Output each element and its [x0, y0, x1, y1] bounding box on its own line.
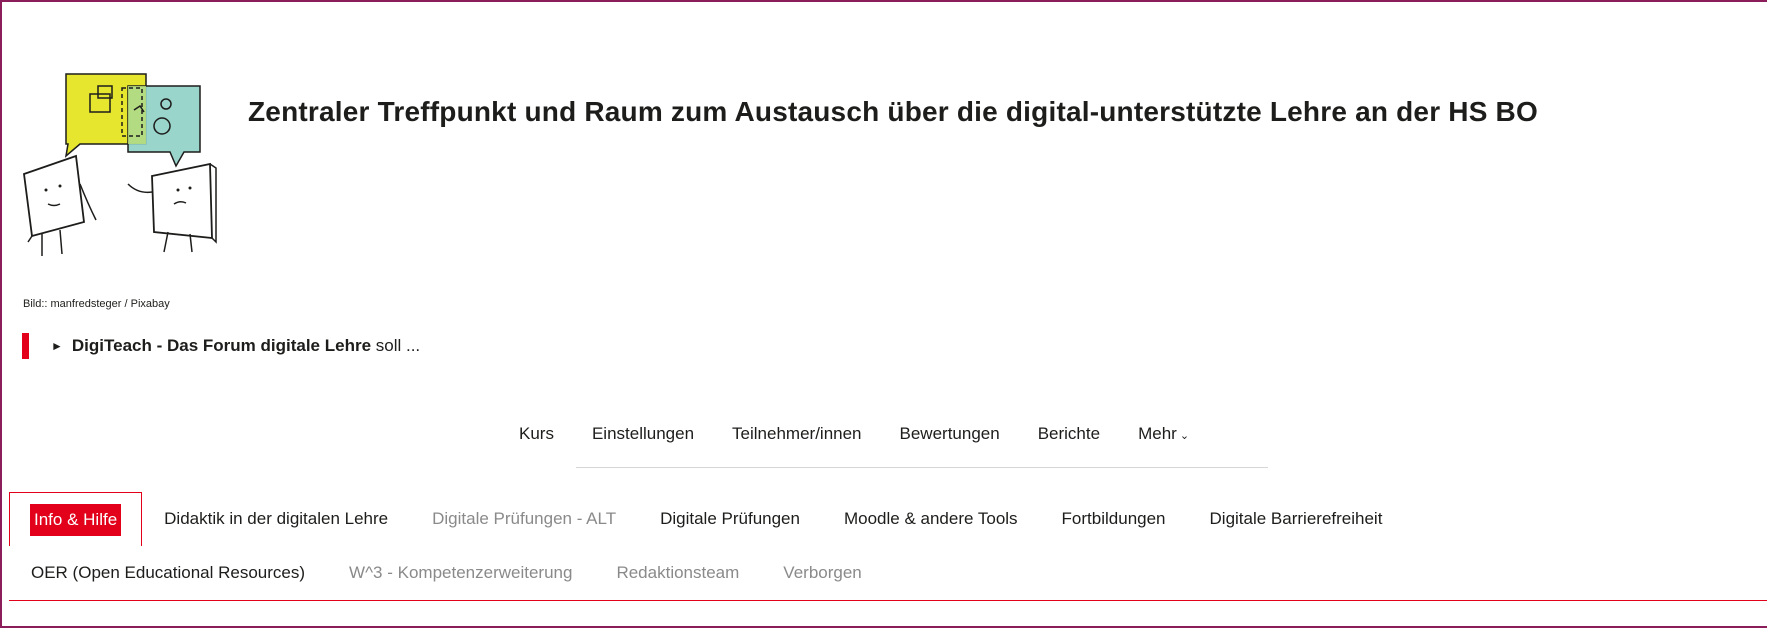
- nav-item-mehr[interactable]: Mehr ⌄: [1119, 414, 1208, 454]
- image-credit: Bild:: manfredsteger / Pixabay: [23, 298, 170, 310]
- tab-verborgen[interactable]: Verborgen: [761, 552, 883, 594]
- tab-info-hilfe[interactable]: Info & Hilfe: [9, 492, 143, 546]
- caret-right-icon[interactable]: ►: [51, 339, 63, 353]
- tabs-baseline: [9, 600, 1767, 601]
- tab-label: Info & Hilfe: [30, 503, 122, 536]
- tab-moodle-tools[interactable]: Moodle & andere Tools: [822, 492, 1040, 546]
- nav-divider: [576, 467, 1268, 468]
- chevron-down-icon: ⌄: [1179, 430, 1190, 442]
- tab-fortbildungen[interactable]: Fortbildungen: [1040, 492, 1188, 546]
- nav-item-mehr-label: Mehr: [1138, 424, 1177, 443]
- nav-item-bewertungen[interactable]: Bewertungen: [881, 414, 1019, 454]
- tab-didaktik[interactable]: Didaktik in der digitalen Lehre: [142, 492, 410, 546]
- course-headline: Zentraler Treffpunkt und Raum zum Austau…: [248, 96, 1538, 127]
- accent-bar: [22, 333, 29, 359]
- tab-kompetenzerweiterung[interactable]: W^3 - Kompetenzerweiterung: [327, 552, 594, 594]
- nav-item-kurs[interactable]: Kurs: [500, 414, 573, 454]
- section-tabs-row-1: Info & Hilfe Didaktik in der digitalen L…: [9, 492, 1404, 546]
- tab-barrierefreiheit[interactable]: Digitale Barrierefreiheit: [1188, 492, 1405, 546]
- tab-oer[interactable]: OER (Open Educational Resources): [9, 552, 327, 594]
- course-summary-toggle[interactable]: ► DigiTeach - Das Forum digitale Lehre s…: [22, 333, 420, 359]
- tab-redaktionsteam[interactable]: Redaktionsteam: [594, 552, 761, 594]
- summary-title: DigiTeach - Das Forum digitale Lehre: [71, 336, 372, 355]
- nav-item-berichte[interactable]: Berichte: [1019, 414, 1119, 454]
- course-secondary-nav: Kurs Einstellungen Teilnehmer/innen Bewe…: [500, 414, 1208, 454]
- section-tabs-row-2: OER (Open Educational Resources) W^3 - K…: [9, 552, 884, 594]
- nav-item-einstellungen[interactable]: Einstellungen: [573, 414, 713, 454]
- speech-bubbles-illustration: [23, 73, 217, 256]
- summary-rest: soll ...: [371, 336, 421, 355]
- tab-digitale-pruefungen[interactable]: Digitale Prüfungen: [638, 492, 822, 546]
- tab-digitale-pruefungen-alt[interactable]: Digitale Prüfungen - ALT: [410, 492, 638, 546]
- nav-item-teilnehmer[interactable]: Teilnehmer/innen: [713, 414, 880, 454]
- summary-text: DigiTeach - Das Forum digitale Lehre sol…: [72, 336, 420, 356]
